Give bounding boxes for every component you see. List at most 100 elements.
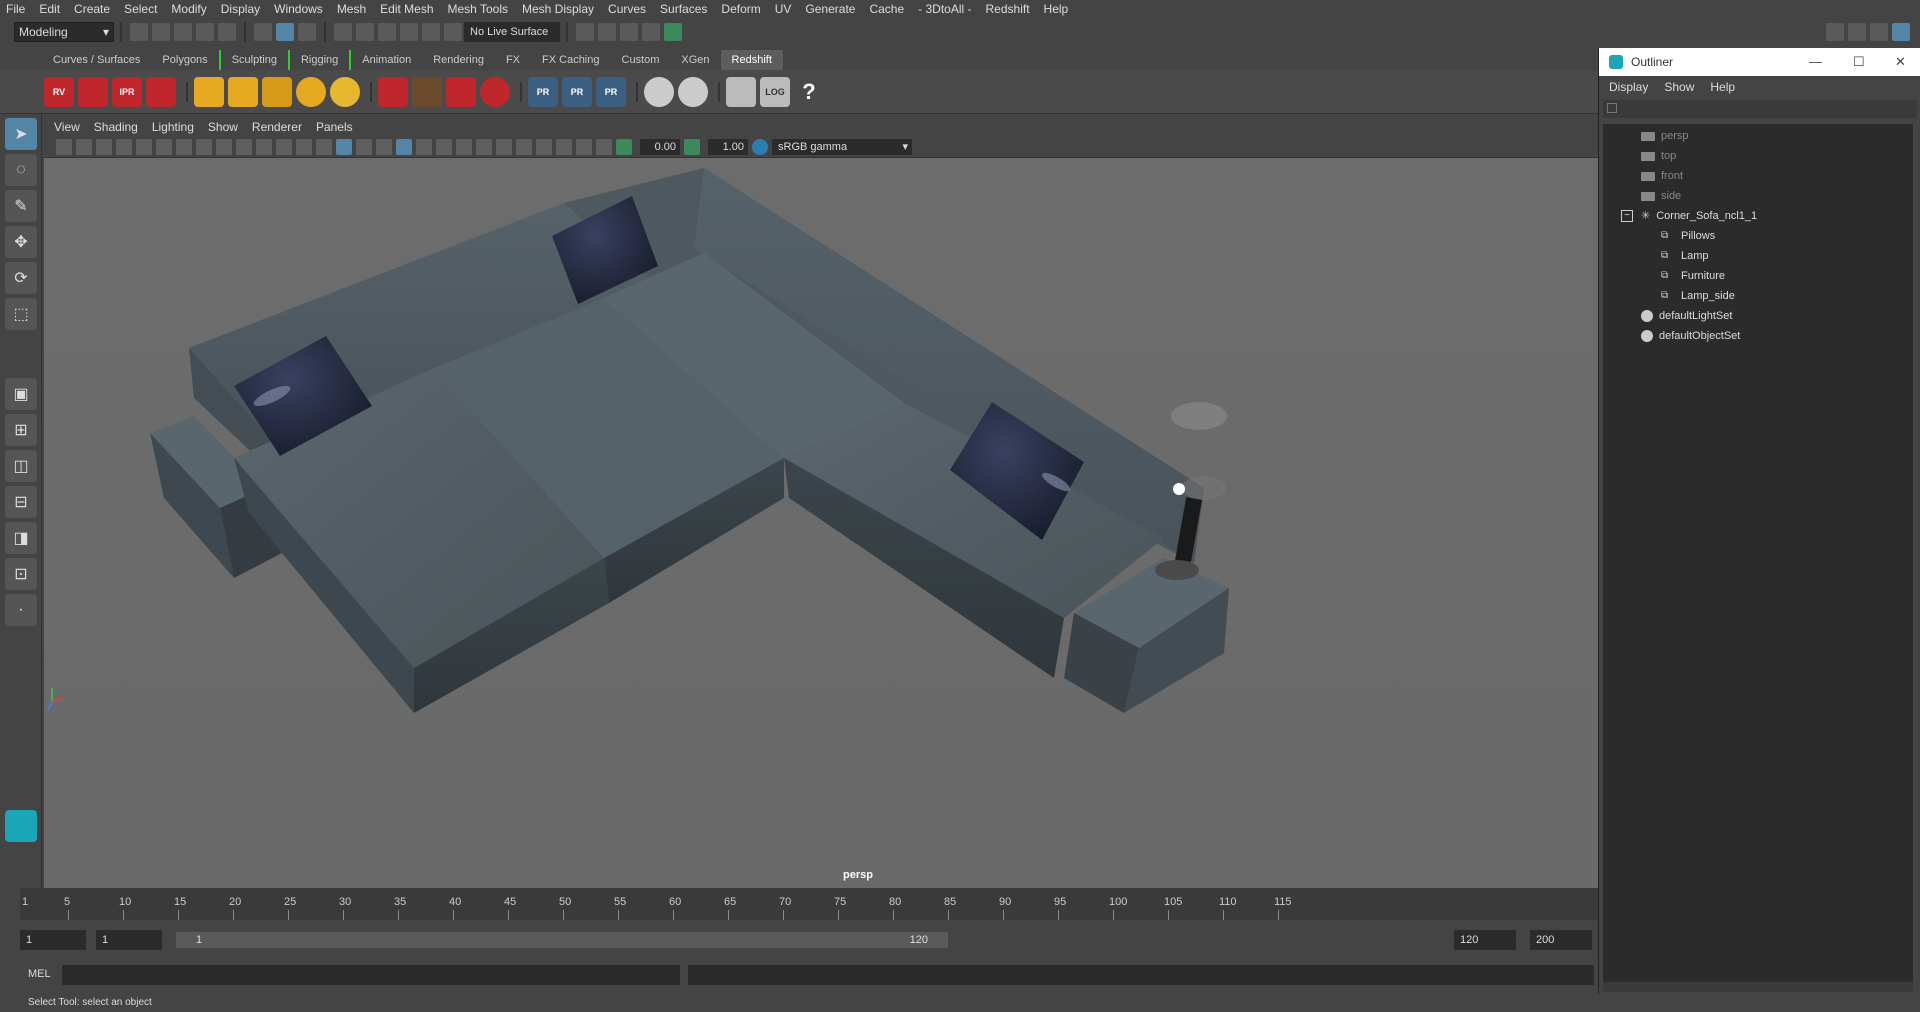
vp-menu-renderer[interactable]: Renderer [252, 120, 302, 134]
outliner-item-default-object-set[interactable]: defaultObjectSet [1641, 326, 1740, 346]
menu-edit-mesh[interactable]: Edit Mesh [380, 2, 433, 16]
menu-edit[interactable]: Edit [39, 2, 60, 16]
redshift-settings-icon[interactable] [146, 76, 176, 107]
menu-uv[interactable]: UV [775, 2, 792, 16]
portal-light-icon[interactable] [228, 76, 258, 107]
2d-pan-icon[interactable] [136, 138, 152, 155]
ipr-render-icon[interactable] [620, 23, 638, 41]
render-settings-icon[interactable] [642, 23, 660, 41]
outliner-horizontal-scrollbar[interactable] [1603, 982, 1913, 992]
hair-icon[interactable] [446, 76, 476, 107]
redshift-ipr-icon[interactable]: IPR [112, 76, 142, 107]
menu-mesh-tools[interactable]: Mesh Tools [448, 2, 508, 16]
render-view-icon[interactable] [576, 23, 594, 41]
menu-create[interactable]: Create [74, 2, 110, 16]
layout-graph-icon[interactable]: ⊡ [5, 558, 37, 590]
field-chart-icon[interactable] [256, 138, 272, 155]
menu-curves[interactable]: Curves [608, 2, 646, 16]
shelf-tab-animation[interactable]: Animation [351, 50, 422, 70]
playback-end-field[interactable]: 120 [1454, 930, 1516, 950]
menu-cache[interactable]: Cache [869, 2, 904, 16]
color-space-dropdown[interactable]: sRGB gamma ▾ [772, 138, 912, 155]
mel-input[interactable] [62, 965, 680, 985]
safe-action-icon[interactable] [276, 138, 292, 155]
menu-3dtoall[interactable]: - 3DtoAll - [918, 2, 971, 16]
menu-mesh-display[interactable]: Mesh Display [522, 2, 594, 16]
shader-ball-icon[interactable] [644, 76, 674, 107]
outliner-item-furniture[interactable]: ⧉ Furniture [1661, 266, 1725, 286]
log-icon[interactable]: LOG [760, 76, 790, 107]
menu-redshift[interactable]: Redshift [986, 2, 1030, 16]
minimize-icon[interactable]: — [1809, 54, 1822, 69]
shelf-tab-polygons[interactable]: Polygons [151, 50, 218, 70]
color-management-icon[interactable] [752, 138, 768, 155]
film-gate-icon[interactable] [196, 138, 212, 155]
proxy-convert-icon[interactable]: PR [596, 76, 626, 107]
menu-file[interactable]: File [6, 2, 25, 16]
collapse-icon[interactable]: − [1621, 210, 1633, 222]
layout-three-icon[interactable]: ◨ [5, 522, 37, 554]
default-material-icon[interactable] [356, 138, 372, 155]
modeling-toolkit-icon[interactable] [1826, 23, 1844, 41]
attribute-editor-icon[interactable] [1848, 23, 1866, 41]
wireframe-on-shaded-icon[interactable] [376, 138, 392, 155]
move-tool-icon[interactable]: ✥ [5, 226, 37, 258]
shader-ball-2-icon[interactable] [678, 76, 708, 107]
wireframe-icon[interactable] [316, 138, 332, 155]
render-frame-icon[interactable] [598, 23, 616, 41]
outliner-item-default-light-set[interactable]: defaultLightSet [1641, 306, 1732, 326]
save-scene-icon[interactable] [174, 23, 192, 41]
four-view-icon[interactable]: ⊞ [5, 414, 37, 446]
select-component-icon[interactable] [298, 23, 316, 41]
menu-windows[interactable]: Windows [274, 2, 323, 16]
shelf-tab-redshift[interactable]: Redshift [720, 50, 783, 70]
code-editor-icon[interactable] [726, 76, 756, 107]
gamma-field[interactable]: 1.00 [708, 138, 748, 155]
vp-menu-lighting[interactable]: Lighting [152, 120, 194, 134]
menu-display[interactable]: Display [221, 2, 260, 16]
exposure-field[interactable]: 0.00 [640, 138, 680, 155]
shelf-tab-fx-caching[interactable]: FX Caching [531, 50, 610, 70]
volume-icon[interactable] [412, 76, 442, 107]
vp-menu-show[interactable]: Show [208, 120, 238, 134]
outliner-item-lamp[interactable]: ⧉ Lamp [1661, 246, 1709, 266]
select-object-icon[interactable] [276, 23, 294, 41]
menu-surfaces[interactable]: Surfaces [660, 2, 707, 16]
open-scene-icon[interactable] [152, 23, 170, 41]
xray-joints-icon[interactable] [576, 138, 592, 155]
resolution-gate-icon[interactable] [216, 138, 232, 155]
scale-tool-icon[interactable]: ⬚ [5, 298, 37, 330]
outliner-item-corner-sofa[interactable]: − ✳ Corner_Sofa_ncl1_1 [1621, 206, 1757, 226]
tool-settings-icon[interactable] [1870, 23, 1888, 41]
ambient-occlusion-icon[interactable] [456, 138, 472, 155]
snap-pivot-icon[interactable] [444, 23, 462, 41]
help-icon[interactable]: ? [794, 77, 824, 107]
safe-title-icon[interactable] [296, 138, 312, 155]
shelf-tab-curves-surfaces[interactable]: Curves / Surfaces [42, 50, 151, 70]
grid-icon[interactable] [176, 138, 192, 155]
outliner-vertical-scrollbar[interactable] [1913, 124, 1919, 982]
outliner-menu-show[interactable]: Show [1664, 80, 1694, 94]
outliner-item-lamp-side[interactable]: ⧉ Lamp_side [1661, 286, 1735, 306]
textured-icon[interactable] [396, 138, 412, 155]
vp-menu-view[interactable]: View [54, 120, 80, 134]
shelf-tab-xgen[interactable]: XGen [670, 50, 720, 70]
outliner-item-side[interactable]: side [1641, 186, 1681, 206]
outliner-item-pillows[interactable]: ⧉ Pillows [1661, 226, 1715, 246]
snap-grid-icon[interactable] [334, 23, 352, 41]
mel-label[interactable]: MEL [28, 968, 51, 980]
outliner-item-front[interactable]: front [1641, 166, 1683, 186]
snap-curve-icon[interactable] [356, 23, 374, 41]
outliner-item-top[interactable]: top [1641, 146, 1676, 166]
shelf-tab-rigging[interactable]: Rigging [287, 50, 352, 70]
channel-box-icon[interactable] [1892, 23, 1910, 41]
outliner-item-persp[interactable]: persp [1641, 126, 1689, 146]
select-hierarchy-icon[interactable] [254, 23, 272, 41]
menu-generate[interactable]: Generate [805, 2, 855, 16]
material-icon[interactable] [480, 76, 510, 107]
vp-menu-shading[interactable]: Shading [94, 120, 138, 134]
redshift-render-view-icon[interactable]: RV [44, 76, 74, 107]
single-view-icon[interactable]: ▣ [5, 378, 37, 410]
snap-surface-icon[interactable] [422, 23, 440, 41]
exposure-icon[interactable] [616, 138, 632, 155]
